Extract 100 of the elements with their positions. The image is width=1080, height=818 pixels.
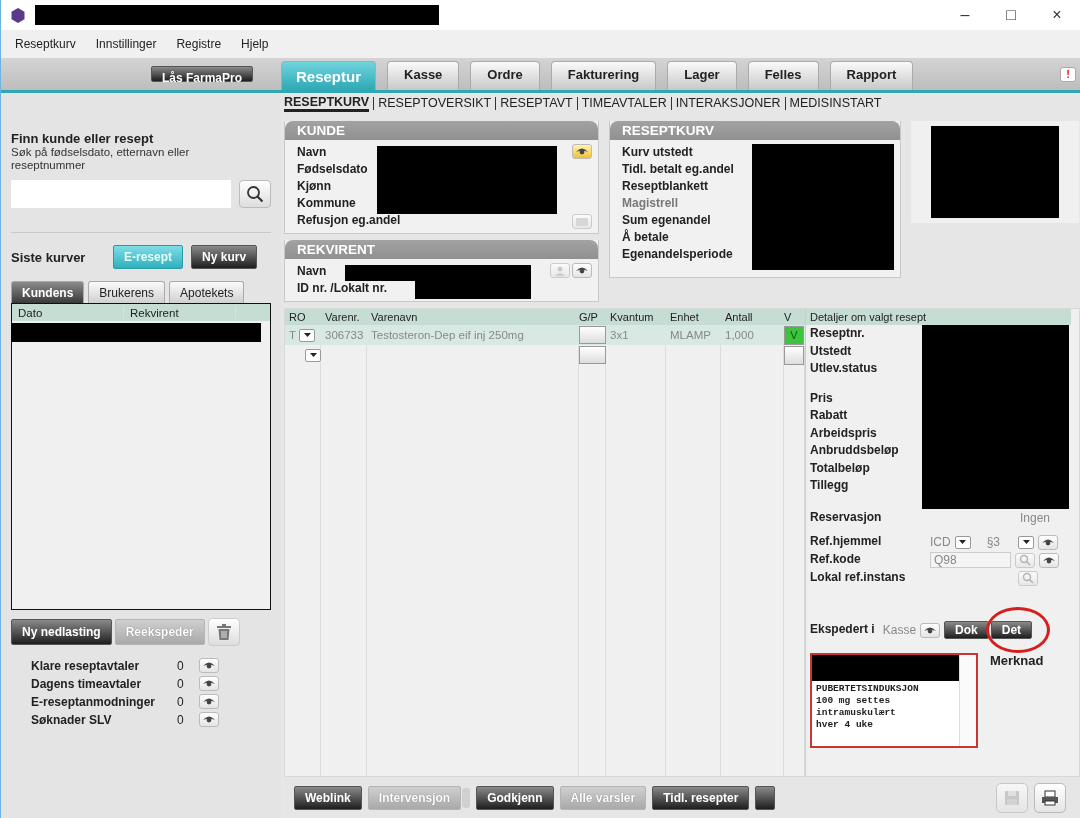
field-label: Ekspedert i: [810, 621, 875, 639]
tab[interactable]: Rapport: [829, 61, 914, 90]
generic-toggle[interactable]: [579, 326, 606, 344]
dropdown-button[interactable]: [1018, 535, 1035, 549]
search-button[interactable]: [239, 180, 271, 209]
column-header: Varenavn: [370, 311, 419, 323]
field-value: Ingen: [1020, 511, 1051, 525]
eye-icon[interactable]: [199, 676, 219, 692]
field-label: ID nr. /Lokalt nr.: [297, 280, 389, 297]
tab[interactable]: Apotekets: [169, 281, 245, 304]
subnav-link[interactable]: RESEPTOVERSIKT: [378, 96, 492, 110]
table-cell: Testosteron-Dep eif inj 250mg: [371, 329, 524, 341]
note-field[interactable]: PUBERTETSINDUKSJON 100 mg settes intramuskulært hver 4 uke: [810, 653, 978, 748]
subnav-link[interactable]: INTERAKSJONER: [675, 96, 781, 110]
dropdown-button[interactable]: [299, 328, 316, 342]
field-label: Kurv utstedt: [622, 144, 694, 161]
tab[interactable]: Kasse: [387, 61, 460, 90]
field-label: Kommune: [297, 195, 357, 212]
list-action-button[interactable]: Ny nedlasting: [11, 619, 112, 646]
column-header: Varenr.: [324, 311, 361, 323]
subnav-link[interactable]: TIMEAVTALER: [581, 96, 667, 110]
column-header: Kvantum: [609, 311, 655, 323]
field-label: Tillegg: [810, 477, 850, 494]
dropdown-button[interactable]: [954, 535, 971, 549]
action-button[interactable]: Godkjenn: [476, 785, 554, 810]
eye-icon[interactable]: [920, 622, 941, 638]
table-cell: 306733: [325, 329, 364, 341]
eye-icon[interactable]: [1039, 552, 1059, 568]
column-header: RO: [288, 311, 307, 323]
field-label: Kjønn: [297, 178, 332, 195]
eye-icon[interactable]: [199, 658, 219, 674]
field-label: Å betale: [622, 229, 670, 246]
field-label: Magistrell: [622, 195, 679, 212]
search-field[interactable]: [11, 180, 231, 209]
field-label: Pris: [810, 389, 834, 407]
counter-label: E-reseptanmodninger: [31, 694, 157, 709]
verify-checkbox[interactable]: [784, 345, 804, 365]
field-value: ICD: [930, 535, 951, 549]
counter-value: 0: [177, 658, 185, 673]
tab[interactable]: Kundens: [11, 281, 85, 304]
tab[interactable]: Lager: [667, 61, 737, 90]
alert-badge[interactable]: !: [1060, 67, 1076, 82]
field-label: Lokal ref.instans: [810, 569, 907, 587]
details-title: Detaljer om valgt resept: [806, 309, 1071, 325]
tab[interactable]: Brukerens: [88, 281, 166, 304]
document-button[interactable]: Det: [990, 621, 1033, 639]
tab[interactable]: Felles: [747, 61, 819, 90]
field-label: Ref.kode: [810, 551, 862, 569]
subnav-link[interactable]: RESEPTAVT: [500, 96, 573, 110]
caret-icon: [1022, 540, 1030, 544]
note-line: hver 4 uke: [815, 719, 874, 731]
subnav-link[interactable]: MEDISINSTART: [789, 96, 882, 110]
document-button[interactable]: Dok: [944, 621, 989, 639]
search-title: Finn kunde eller resept: [11, 131, 155, 146]
dropdown-button[interactable]: [305, 348, 321, 362]
column-header: Antall: [724, 311, 754, 323]
table-cell: 3x1: [610, 329, 629, 341]
field-label: Rabatt: [810, 407, 849, 424]
blank-button[interactable]: [755, 785, 776, 810]
tab[interactable]: Ordre: [470, 61, 540, 90]
field-label: Arbeidspris: [810, 424, 878, 442]
note-line: intramuskulært: [815, 707, 897, 719]
panel-title: REKVIRENT: [285, 240, 598, 259]
column-header: G/P: [579, 311, 599, 323]
field-label: Navn: [297, 144, 328, 161]
eye-icon[interactable]: [572, 263, 592, 278]
menu-item[interactable]: Innstillinger: [95, 37, 157, 51]
action-button[interactable]: Tidl. resepter: [652, 785, 750, 810]
column-header: Dato: [12, 306, 124, 319]
field-label: Reservasjon: [810, 509, 883, 527]
generic-toggle[interactable]: [579, 346, 606, 364]
eye-icon[interactable]: [572, 144, 592, 159]
field-label: Tidl. betalt eg.andel: [622, 161, 735, 178]
field-label: Egenandelsperiode: [622, 246, 734, 263]
recent-baskets-label: Siste kurver: [11, 249, 87, 265]
table-cell: MLAMP: [670, 329, 711, 341]
tab[interactable]: Fakturering: [550, 61, 657, 90]
eye-icon[interactable]: [1038, 534, 1059, 550]
field-label: Utstedt: [810, 342, 853, 360]
annotation-circle: [986, 607, 1051, 653]
new-basket-button[interactable]: Ny kurv: [191, 245, 258, 270]
trash-icon[interactable]: [207, 618, 240, 647]
action-button[interactable]: Weblink: [294, 785, 362, 810]
eye-icon[interactable]: [199, 712, 219, 728]
menu-item[interactable]: Hjelp: [241, 37, 269, 51]
caret-icon: [303, 333, 311, 337]
eye-icon[interactable]: [199, 694, 219, 710]
lock-button[interactable]: Lås FarmaPro: [150, 66, 253, 82]
close-button[interactable]: ×: [1034, 6, 1080, 24]
print-icon[interactable]: [1034, 782, 1066, 813]
subnav-link[interactable]: RESEPTKURV: [284, 94, 370, 112]
menu-item[interactable]: Registre: [176, 37, 222, 51]
panel-title: RESEPTKURV: [610, 121, 900, 140]
verify-checkbox[interactable]: V: [784, 325, 804, 345]
note-line: PUBERTETSINDUKSJON: [815, 683, 920, 695]
menu-item[interactable]: Reseptkurv: [15, 37, 76, 51]
counter-value: 0: [177, 712, 185, 727]
field-label: Fødselsdato: [297, 161, 369, 178]
maximize-button[interactable]: □: [988, 6, 1034, 24]
minimize-button[interactable]: –: [942, 6, 988, 24]
